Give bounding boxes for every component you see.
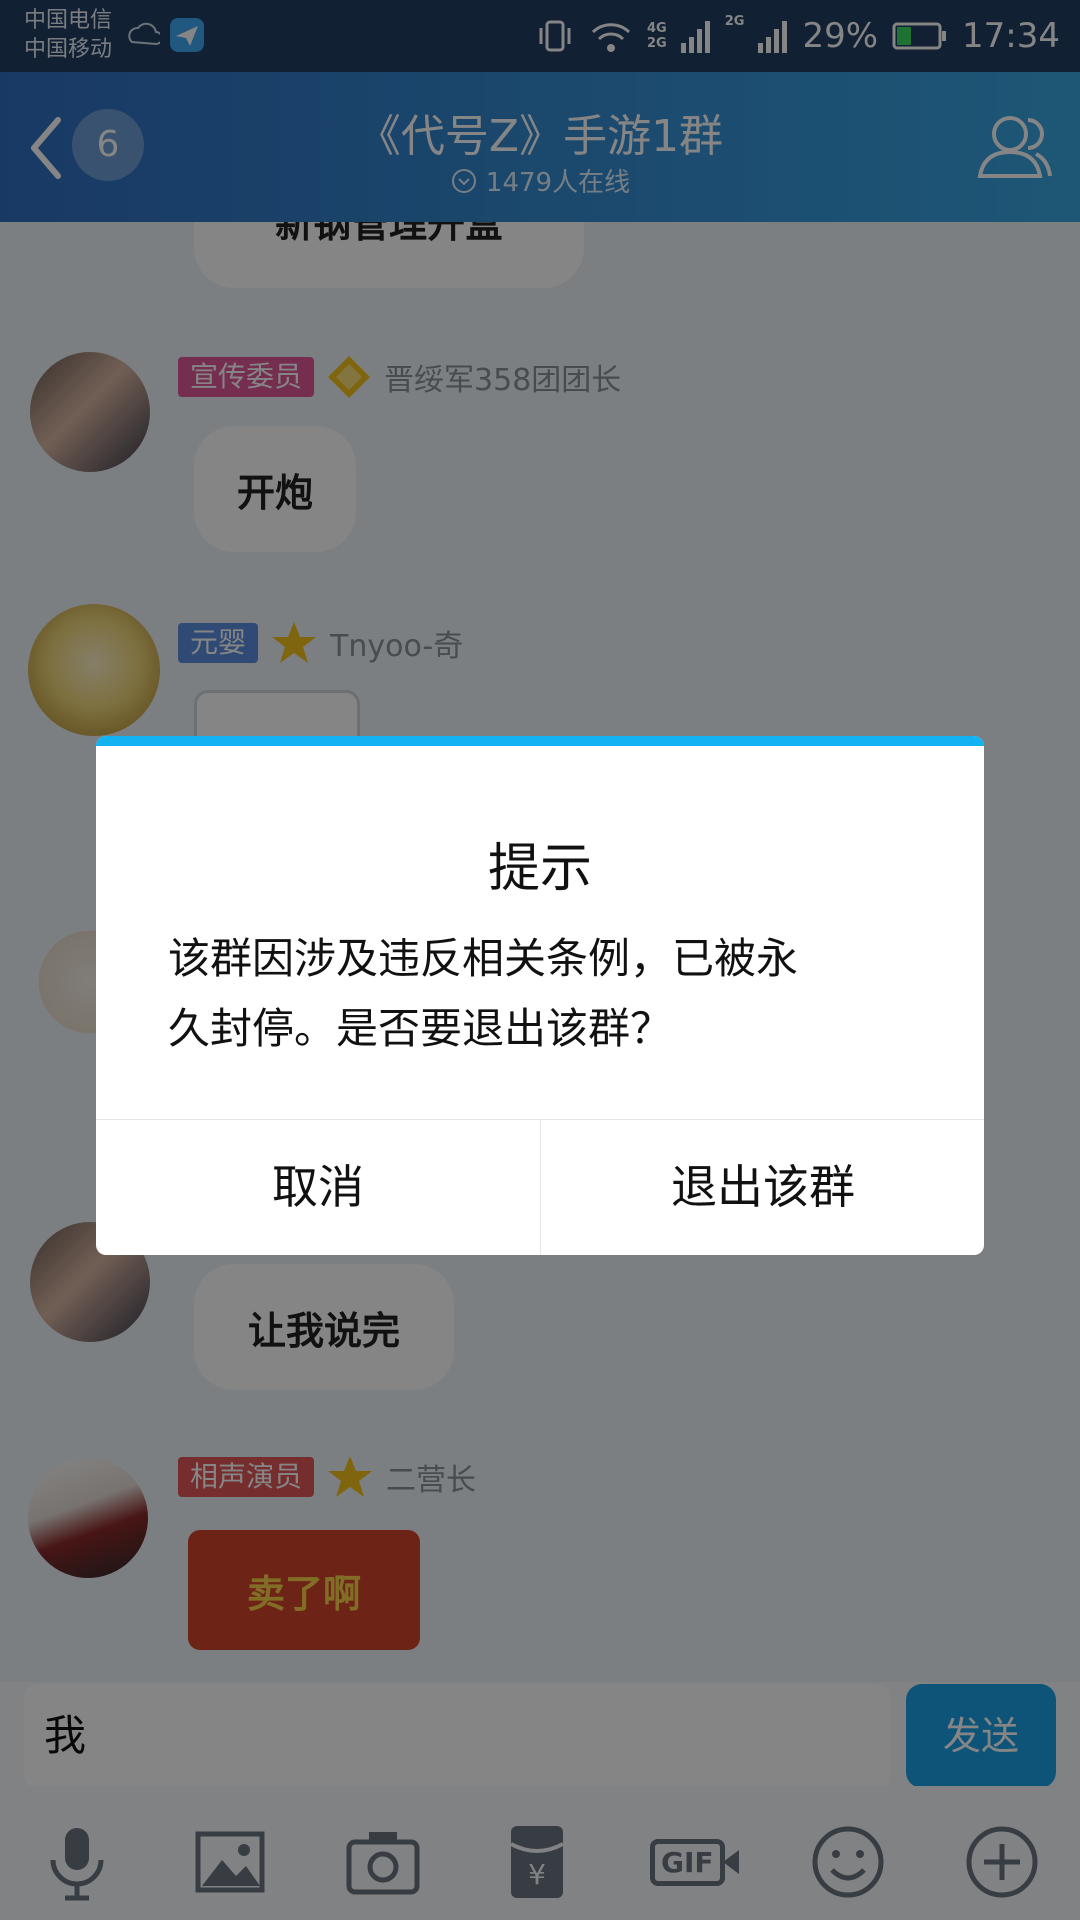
alert-dialog: 提示 该群因涉及违反相关条例，已被永 久封停。是否要退出该群？ 取消 退出该群 — [96, 736, 984, 1255]
dialog-message-line-2: 久封停。是否要退出该群？ — [168, 1004, 673, 1053]
dialog-message: 该群因涉及违反相关条例，已被永 久封停。是否要退出该群？ — [168, 924, 918, 1064]
dialog-accent-bar — [96, 736, 984, 746]
cancel-button[interactable]: 取消 — [96, 1120, 540, 1255]
dialog-message-line-1: 该群因涉及违反相关条例，已被永 — [168, 934, 799, 983]
leave-group-button[interactable]: 退出该群 — [541, 1120, 984, 1255]
dialog-title: 提示 — [487, 839, 592, 899]
